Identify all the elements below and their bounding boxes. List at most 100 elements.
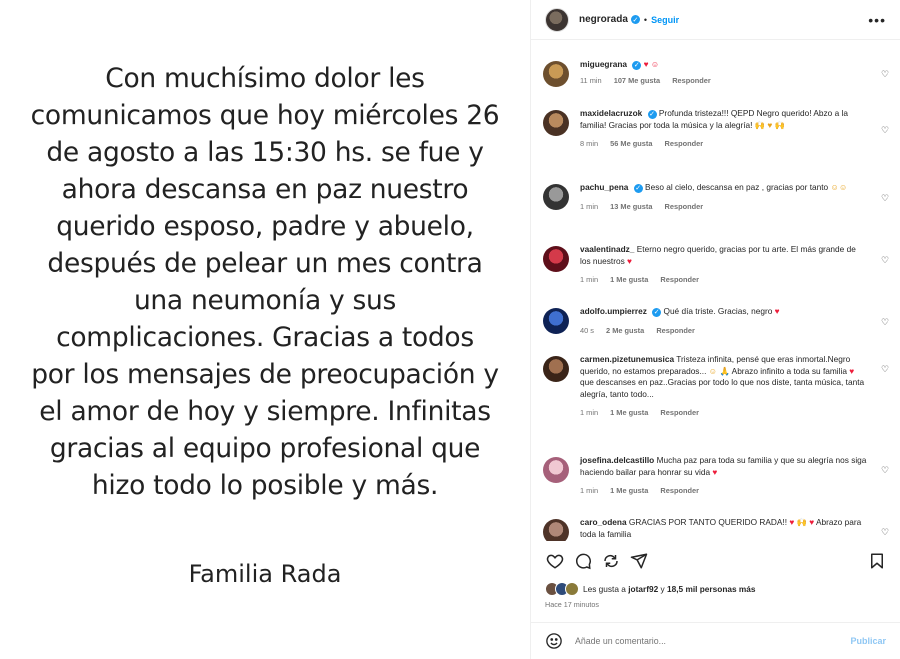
comment-meta: 1 min 13 Me gusta Responder (580, 201, 868, 213)
send-icon[interactable] (629, 552, 648, 571)
comment-text: Qué día triste. Gracias, negro (663, 306, 773, 316)
commenter-avatar[interactable] (543, 519, 569, 541)
comment-time: 1 min (580, 275, 599, 284)
comment-item: caro_odena GRACIAS POR TANTO QUERIDO RAD… (543, 517, 890, 541)
separator-dot: • (643, 14, 648, 25)
commenter-avatar[interactable] (543, 61, 569, 87)
commenter-avatar[interactable] (543, 308, 569, 334)
comment-time: 11 min (580, 75, 602, 85)
comment-emoji: ♥ (774, 306, 780, 316)
comment-emoji: ♥ (712, 466, 718, 477)
comment-meta: 11 min 107 Me gusta Responder (580, 75, 868, 87)
comment-likes[interactable]: 13 Me gusta (610, 202, 652, 211)
post-line: después de pelear un mes contra (47, 248, 483, 279)
comment-likes[interactable]: 1 Me gusta (610, 408, 648, 417)
commenter-username[interactable]: pachu_pena (580, 182, 628, 192)
likes-connector: y (660, 584, 665, 594)
likes-prefix: Les gusta a (583, 584, 626, 594)
comment-emoji: ☺ 🙏 (708, 365, 730, 376)
comment-item: carmen.pizetunemusica Tristeza infinita,… (543, 354, 890, 419)
comment-text: que descanses en paz..Gracias por todo l… (580, 377, 865, 399)
bookmark-icon[interactable] (867, 552, 886, 571)
comment-time: 1 min (580, 201, 599, 211)
verified-badge-icon: ✓ (632, 61, 642, 71)
post-line: gracias al equipo profesional que (49, 433, 481, 464)
comment-meta: 40 s 2 Me gusta Responder (580, 325, 868, 337)
reply-button[interactable]: Responder (660, 408, 699, 417)
post-line: de agosto a las 15:30 hs. se fue y (46, 137, 484, 168)
comment-time: 40 s (580, 325, 594, 335)
likes-others[interactable]: 18,5 mil personas más (667, 584, 756, 594)
post-header: negrorada ✓ • Seguir ••• (531, 0, 900, 40)
follow-button[interactable]: Seguir (651, 15, 679, 25)
commenter-avatar[interactable] (543, 110, 569, 136)
comment-like-icon[interactable]: ♡ (881, 528, 890, 537)
emoji-icon[interactable] (545, 632, 563, 650)
comment-input[interactable] (575, 636, 851, 646)
comment-likes[interactable]: 2 Me gusta (606, 326, 644, 335)
comments-list[interactable]: miguegrana ✓ ♥ ☺ 11 min 107 Me gusta Res… (531, 41, 900, 541)
reply-button[interactable]: Responder (665, 202, 704, 211)
post-line: una neumonía y sus (133, 285, 397, 316)
reply-button[interactable]: Responder (656, 326, 695, 335)
commenter-username[interactable]: adolfo.umpierrez (580, 306, 647, 316)
liker-avatars (545, 582, 579, 596)
comment-like-icon[interactable]: ♡ (881, 466, 890, 475)
reply-button[interactable]: Responder (665, 139, 704, 148)
action-bar (531, 548, 900, 574)
comment-item: vaalentinadz_ Eterno negro querido, grac… (543, 244, 890, 286)
repost-icon[interactable] (601, 552, 620, 571)
publish-button[interactable]: Publicar (850, 636, 886, 646)
comment-emoji: ☺☺ (830, 182, 848, 192)
comment-time: 1 min (580, 486, 599, 495)
post-line: por los mensajes de preocupación y (31, 359, 499, 390)
comment-icon[interactable] (573, 552, 592, 571)
comment-emoji: ♥ ☺ (643, 59, 660, 69)
commenter-username[interactable]: carmen.pizetunemusica (580, 354, 674, 364)
author-avatar[interactable] (545, 7, 569, 32)
comment-likes[interactable]: 107 Me gusta (614, 76, 660, 85)
comment-time: 1 min (580, 408, 599, 417)
post-line: hizo todo lo posible y más. (91, 470, 439, 501)
comment-like-icon[interactable]: ♡ (881, 318, 890, 327)
reply-button[interactable]: Responder (672, 76, 711, 85)
comment-meta: 8 min 56 Me gusta Responder (580, 138, 868, 150)
post-line: complicaciones. Gracias a todos (56, 322, 474, 353)
reply-button[interactable]: Responder (660, 486, 699, 495)
author-username[interactable]: negrorada (579, 14, 628, 25)
comments-panel: negrorada ✓ • Seguir ••• miguegrana ✓ ♥ … (530, 0, 900, 659)
heart-icon[interactable] (545, 552, 564, 571)
commenter-avatar[interactable] (543, 246, 569, 272)
comment-likes[interactable]: 1 Me gusta (610, 486, 648, 495)
commenter-avatar[interactable] (543, 184, 569, 210)
comment-like-icon[interactable]: ♡ (881, 194, 890, 203)
likes-summary[interactable]: Les gusta a jotarf92 y 18,5 mil personas… (545, 582, 886, 596)
comment-meta: 1 min 1 Me gusta Responder (580, 485, 868, 497)
commenter-username[interactable]: vaalentinadz_ (580, 244, 634, 254)
commenter-avatar[interactable] (543, 457, 569, 483)
commenter-username[interactable]: josefina.delcastillo (580, 455, 654, 465)
comment-like-icon[interactable]: ♡ (881, 365, 890, 374)
likes-user[interactable]: jotarf92 (628, 584, 658, 594)
comment-emoji: 🙌 ♥ 🙌 (754, 119, 785, 130)
comment-item: miguegrana ✓ ♥ ☺ 11 min 107 Me gusta Res… (543, 59, 890, 87)
comment-meta: 1 min 1 Me gusta Responder (580, 407, 868, 419)
commenter-avatar[interactable] (543, 356, 569, 382)
reply-button[interactable]: Responder (660, 275, 699, 284)
comment-likes[interactable]: 56 Me gusta (610, 139, 652, 148)
post-line: el amor de hoy y siempre. Infinitas (39, 396, 491, 427)
comment-like-icon[interactable]: ♡ (881, 70, 890, 79)
comment-emoji: ♥ (627, 255, 632, 266)
verified-badge-icon: ✓ (633, 184, 643, 194)
more-options-icon[interactable]: ••• (868, 12, 886, 28)
commenter-username[interactable]: miguegrana (580, 59, 627, 69)
post-signature: Familia Rada (188, 560, 342, 588)
commenter-username[interactable]: caro_odena (580, 517, 627, 527)
commenter-username[interactable]: maxidelacruzok (580, 108, 642, 118)
comment-like-icon[interactable]: ♡ (881, 256, 890, 265)
comment-text: GRACIAS POR TANTO QUERIDO RADA!! (628, 517, 788, 527)
comment-likes[interactable]: 1 Me gusta (610, 275, 648, 284)
verified-badge-icon: ✓ (630, 15, 640, 24)
comment-emoji: ♥ 🙌 ♥ (789, 517, 815, 527)
comment-like-icon[interactable]: ♡ (881, 126, 890, 135)
